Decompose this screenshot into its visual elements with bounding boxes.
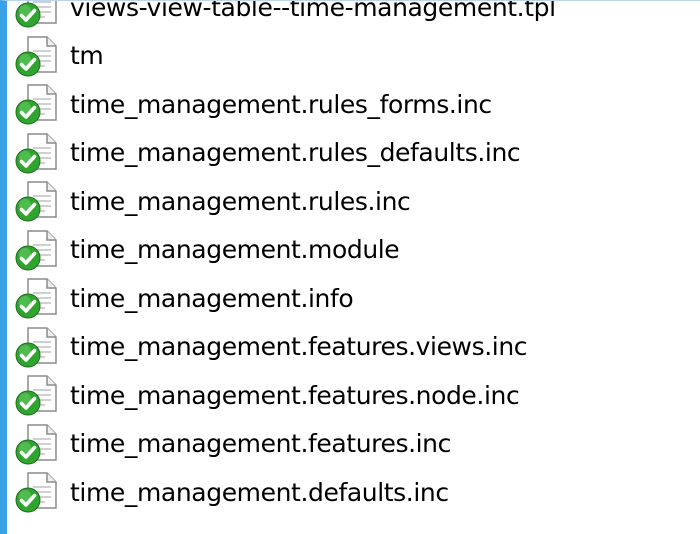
- version-control-ok-icon: [15, 487, 41, 513]
- file-row-module[interactable]: time_management.module: [7, 226, 700, 275]
- file-name: time_management.rules.inc: [70, 186, 411, 216]
- file-icon-group: [15, 424, 63, 465]
- file-name: time_management.defaults.inc: [70, 477, 449, 507]
- file-icon-group: [15, 472, 63, 513]
- file-icon-group: [15, 1, 63, 28]
- file-row-features-inc[interactable]: time_management.features.inc: [7, 420, 700, 469]
- file-explorer-window: views-view-table--time-management.tpl tm…: [0, 0, 700, 534]
- file-row-rules-defaults-inc[interactable]: time_management.rules_defaults.inc: [7, 129, 700, 178]
- file-row-tm[interactable]: tm: [7, 32, 700, 81]
- version-control-ok-icon: [15, 293, 41, 319]
- version-control-ok-icon: [15, 2, 41, 28]
- file-name: time_management.info: [70, 283, 354, 313]
- file-icon-group: [15, 375, 63, 416]
- file-icon-group: [15, 84, 63, 125]
- version-control-ok-icon: [15, 51, 41, 77]
- file-icon-group: [15, 133, 63, 174]
- file-row-views-view-table-tpl[interactable]: views-view-table--time-management.tpl: [7, 0, 700, 32]
- file-name: time_management.features.inc: [70, 429, 451, 459]
- file-icon-group: [15, 327, 63, 368]
- file-row-features-views-inc[interactable]: time_management.features.views.inc: [7, 323, 700, 372]
- version-control-ok-icon: [15, 342, 41, 368]
- version-control-ok-icon: [15, 99, 41, 125]
- file-row-rules-inc[interactable]: time_management.rules.inc: [7, 177, 700, 226]
- file-name: time_management.rules_forms.inc: [70, 89, 492, 119]
- file-name: views-view-table--time-management.tpl: [70, 0, 556, 22]
- file-icon-group: [15, 36, 63, 77]
- file-row-info[interactable]: time_management.info: [7, 274, 700, 323]
- file-icon-group: [15, 278, 63, 319]
- file-row-defaults-inc[interactable]: time_management.defaults.inc: [7, 468, 700, 517]
- file-name: time_management.rules_defaults.inc: [70, 138, 521, 168]
- file-list: views-view-table--time-management.tpl tm…: [7, 0, 700, 517]
- file-name: time_management.module: [70, 235, 400, 265]
- file-row-rules-forms-inc[interactable]: time_management.rules_forms.inc: [7, 80, 700, 129]
- version-control-ok-icon: [15, 439, 41, 465]
- file-name: time_management.features.views.inc: [70, 332, 528, 362]
- file-name: tm: [70, 41, 104, 71]
- file-name: time_management.features.node.inc: [70, 380, 520, 410]
- file-icon-group: [15, 181, 63, 222]
- version-control-ok-icon: [15, 390, 41, 416]
- version-control-ok-icon: [15, 196, 41, 222]
- file-row-features-node-inc[interactable]: time_management.features.node.inc: [7, 371, 700, 420]
- version-control-ok-icon: [15, 245, 41, 271]
- file-icon-group: [15, 230, 63, 271]
- version-control-ok-icon: [15, 148, 41, 174]
